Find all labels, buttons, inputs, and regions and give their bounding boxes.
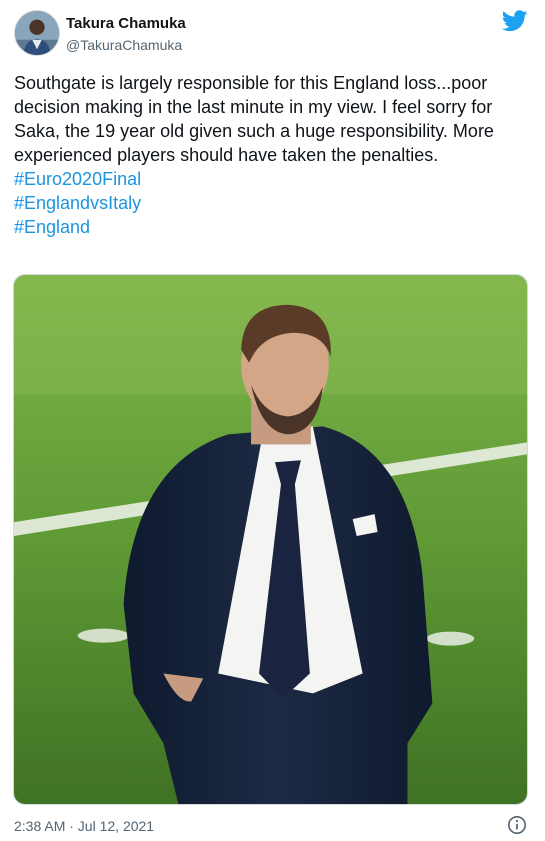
tweet-text: Southgate is largely responsible for thi…	[14, 71, 534, 239]
hashtag-euro2020final[interactable]: #Euro2020Final	[14, 167, 534, 191]
author-name[interactable]: Takura Chamuka	[66, 15, 186, 33]
tweet-photo[interactable]	[13, 274, 528, 805]
twitter-bird-icon[interactable]	[501, 10, 528, 32]
tweet-timestamp[interactable]: 2:38 AM · Jul 12, 2021	[14, 817, 154, 835]
avatar[interactable]	[14, 10, 60, 56]
tweet-card: Takura Chamuka @TakuraChamuka Southgate …	[0, 0, 545, 841]
author-handle[interactable]: @TakuraChamuka	[66, 36, 182, 54]
info-icon[interactable]	[507, 815, 527, 835]
hashtag-englandvsitaly[interactable]: #EnglandvsItaly	[14, 191, 534, 215]
hashtag-england[interactable]: #England	[14, 215, 534, 239]
tweet-body: Southgate is largely responsible for thi…	[14, 73, 494, 165]
